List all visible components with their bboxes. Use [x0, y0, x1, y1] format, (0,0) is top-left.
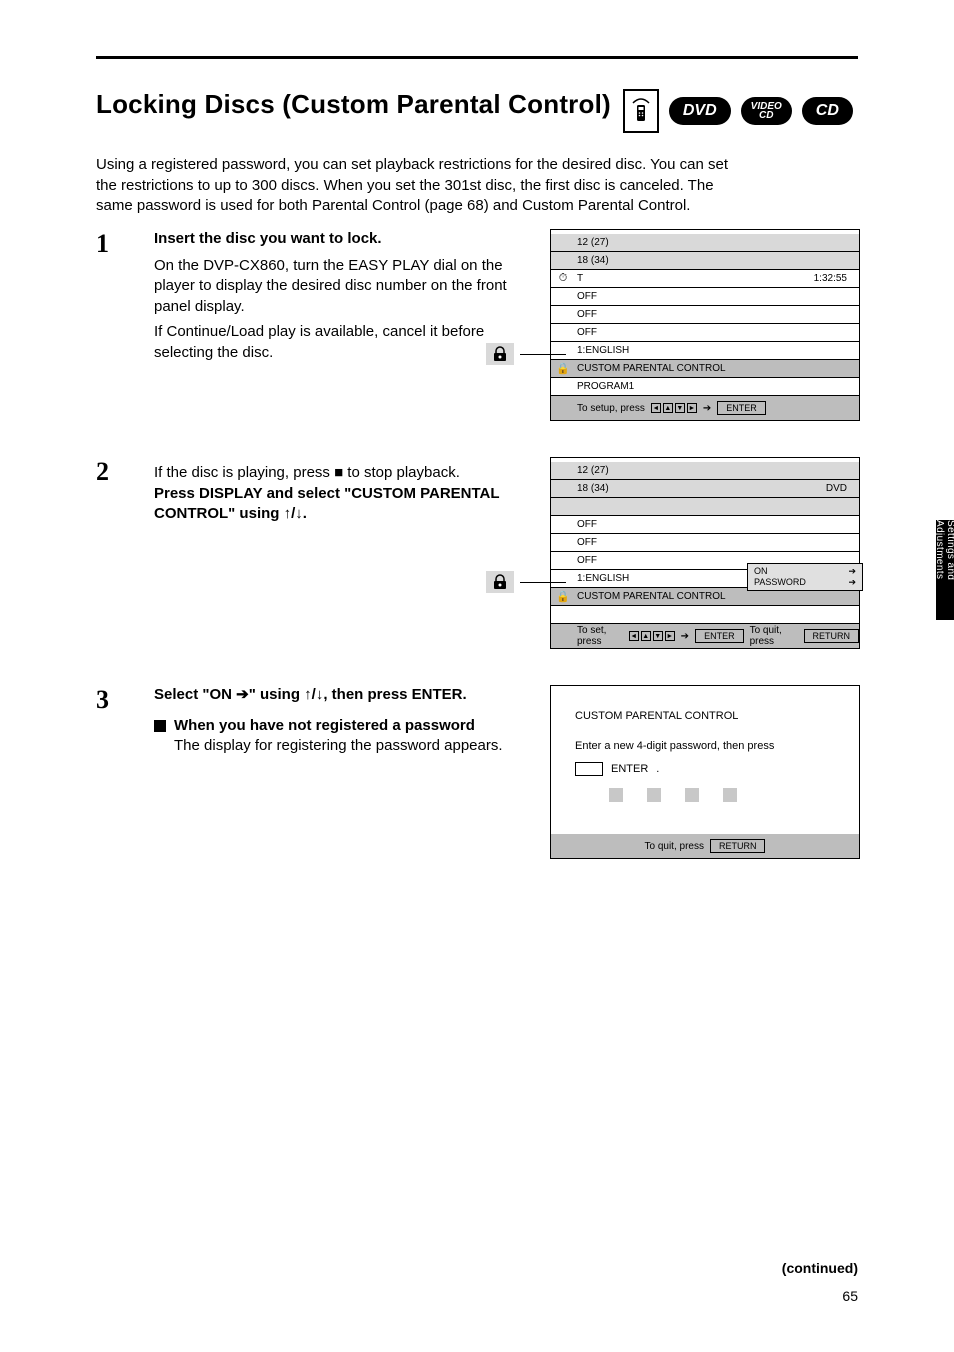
remote-icon	[623, 89, 659, 133]
menu-item-selected: CUSTOM PARENTAL CONTROL	[577, 591, 726, 602]
submenu: ON ➔ PASSWORD ➔	[747, 563, 863, 591]
menu-item: 12 (27)	[577, 465, 609, 476]
arrow-right-icon: ➔	[681, 631, 689, 642]
dpad-icon: ◄▲▼►	[629, 631, 675, 641]
menu-item: OFF	[577, 291, 597, 302]
menu-screenshot-2: ■ 12 (27) 18 (34)DVD OFF OFF OFF 1:ENGLI…	[550, 457, 860, 649]
arrow-right-icon: ➔	[848, 577, 856, 588]
step-body: If the disc is playing, press ■ to stop …	[154, 463, 534, 484]
pw-quit-hint: To quit, press	[645, 841, 704, 852]
step-number: 1	[96, 229, 138, 259]
menu-value: 1:32:55	[814, 273, 847, 284]
digit-placeholder	[647, 788, 661, 802]
step-title: Select "ON ➔" using ↑/↓, then press ENTE…	[154, 686, 467, 703]
page-number: 65	[842, 1288, 858, 1304]
menu-item: OFF	[577, 519, 597, 530]
pw-title: CUSTOM PARENTAL CONTROL	[575, 710, 835, 722]
lock-icon	[486, 343, 514, 365]
password-screenshot: CUSTOM PARENTAL CONTROL Enter a new 4-di…	[550, 685, 860, 859]
submenu-password: PASSWORD	[754, 577, 806, 588]
page-title: Locking Discs (Custom Parental Control)	[96, 89, 611, 120]
digit-placeholder	[609, 788, 623, 802]
cd-badge: CD	[802, 97, 853, 125]
pw-enter-label: ENTER	[611, 763, 648, 775]
menu-value: DVD	[826, 483, 847, 494]
menu-item: 18 (34)	[577, 255, 609, 266]
menu-screenshot-1: ▶ 12 (27) 18 (34) ⏱T1:32:55 OFF OFF OFF …	[550, 229, 860, 421]
step-title: Press DISPLAY and select "CUSTOM PARENTA…	[154, 485, 499, 523]
menu-item: T	[577, 273, 583, 284]
menu-item: OFF	[577, 309, 597, 320]
menu-item: 12 (27)	[577, 237, 609, 248]
menu-item: OFF	[577, 327, 597, 338]
step-title: Insert the disc you want to lock.	[154, 230, 382, 247]
step-note: If Continue/Load play is available, canc…	[154, 322, 534, 363]
dvd-badge: DVD	[669, 97, 731, 125]
menu-item: OFF	[577, 537, 597, 548]
step-when: When you have not registered a password	[174, 716, 503, 737]
menu-item: 1:ENGLISH	[577, 345, 629, 356]
submenu-on: ON	[754, 566, 768, 577]
enter-box-icon	[575, 762, 603, 776]
menu-item: 18 (34)	[577, 483, 609, 494]
nav-quit-hint: To quit, press	[750, 625, 798, 647]
menu-item: PROGRAM1	[577, 381, 634, 392]
video-cd-badge: VIDEO CD	[741, 97, 792, 125]
return-label: RETURN	[804, 629, 860, 643]
menu-item-selected: CUSTOM PARENTAL CONTROL	[577, 363, 726, 374]
bullet-icon	[154, 720, 166, 732]
digit-placeholder	[685, 788, 699, 802]
menu-item: 1:ENGLISH	[577, 573, 629, 584]
pw-instruction: Enter a new 4-digit password, then press	[575, 740, 774, 752]
enter-label: ENTER	[717, 401, 766, 415]
intro-paragraph: Using a registered password, you can set…	[96, 155, 736, 217]
step-number: 2	[96, 457, 138, 487]
nav-hint: To set, press	[577, 625, 623, 647]
step-number: 3	[96, 685, 138, 715]
nav-hint: To setup, press	[577, 403, 645, 414]
vcd-line2: CD	[759, 111, 773, 120]
password-digits	[609, 788, 835, 802]
lock-icon	[486, 571, 514, 593]
return-label: RETURN	[710, 839, 766, 853]
enter-label: ENTER	[695, 629, 744, 643]
top-rule	[96, 56, 858, 59]
step-note: The display for registering the password…	[174, 736, 503, 757]
arrow-right-icon: ➔	[848, 566, 856, 577]
step-body: On the DVP-CX860, turn the EASY PLAY dia…	[154, 256, 534, 318]
dpad-icon: ◄▲▼►	[651, 403, 697, 413]
continued-label: (continued)	[782, 1260, 858, 1276]
digit-placeholder	[723, 788, 737, 802]
menu-item: OFF	[577, 555, 597, 566]
arrow-right-icon: ➔	[703, 403, 711, 414]
side-tab: Settings and Adjustments	[936, 520, 954, 620]
